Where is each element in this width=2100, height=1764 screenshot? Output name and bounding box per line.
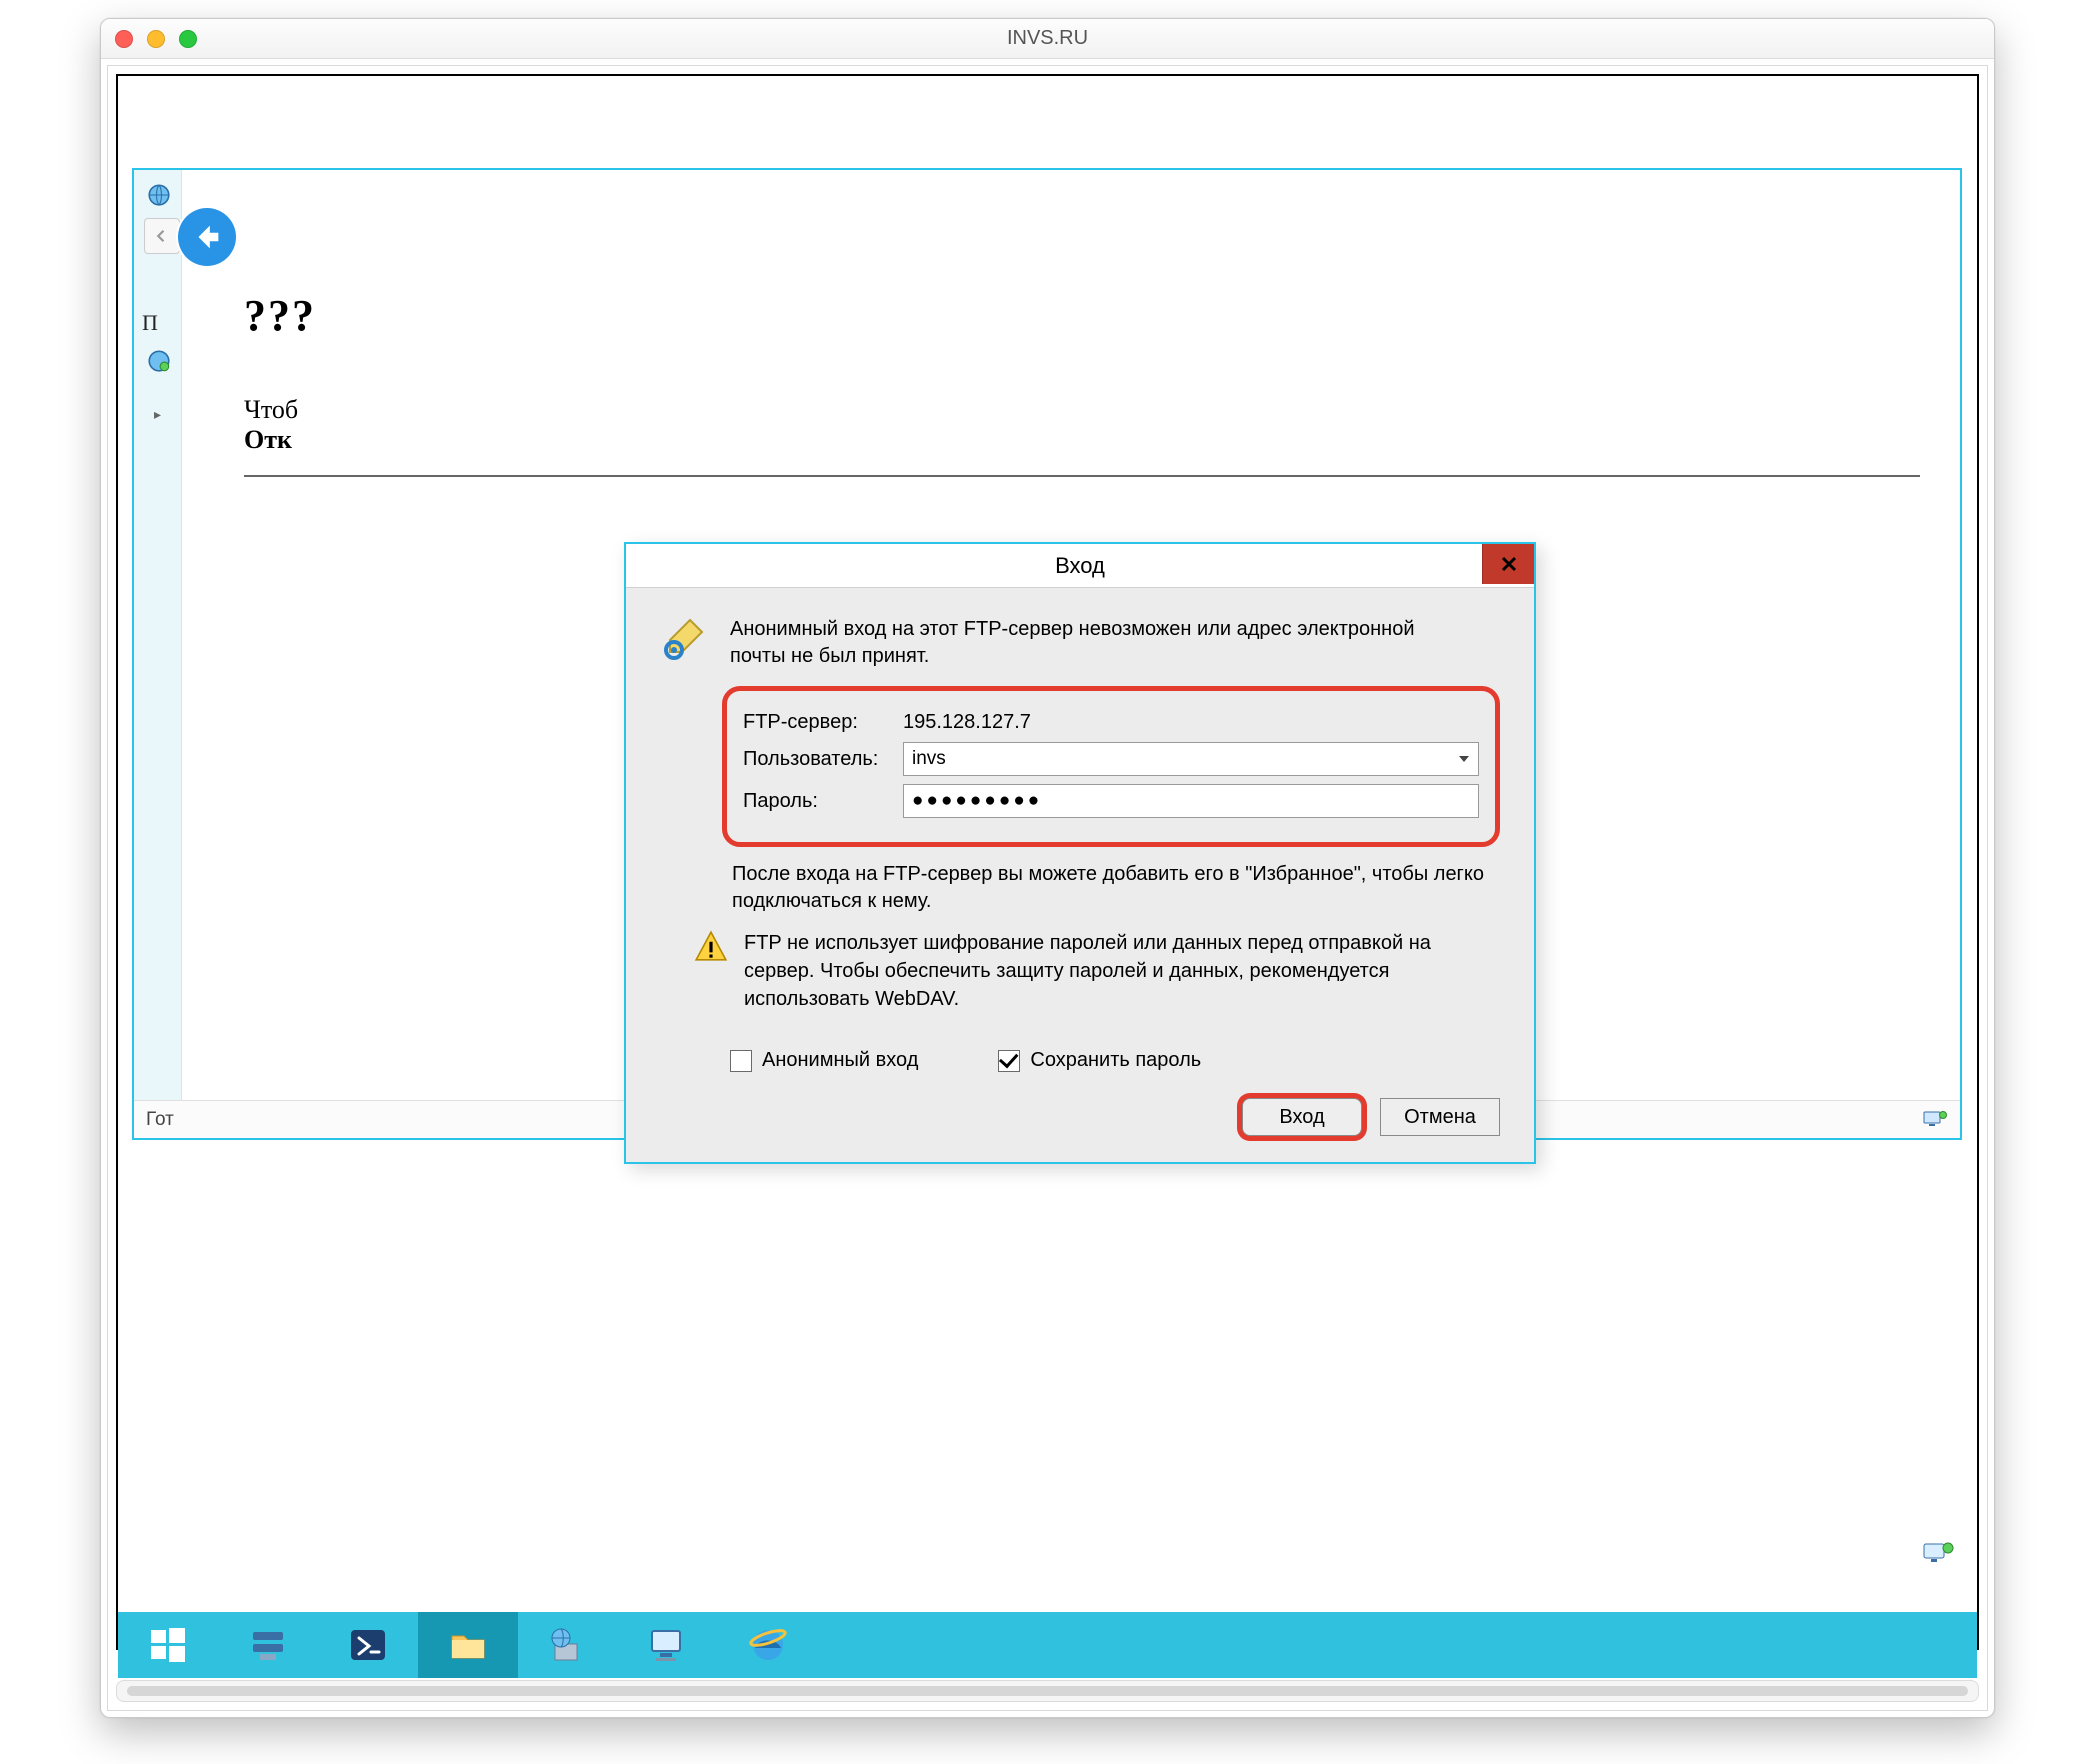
taskbar-system[interactable] [618, 1612, 718, 1678]
save-password-checkbox[interactable]: Сохранить пароль [998, 1049, 1201, 1072]
taskbar-internet-explorer[interactable] [718, 1612, 818, 1678]
user-label: Пользователь: [743, 748, 903, 771]
folder-icon [447, 1624, 489, 1666]
remote-frame: П ▸ ??? Чтоб Отк Гот [116, 74, 1979, 1650]
credentials-highlight: FTP-сервер: 195.128.127.7 Пользователь: … [722, 686, 1500, 847]
explorer-content: ??? Чтоб Отк [244, 290, 1920, 477]
password-row: Пароль: ●●●●●●●●● [743, 784, 1479, 818]
key-lock-icon [660, 616, 708, 664]
computer-icon [647, 1624, 689, 1666]
user-value: invs [912, 748, 946, 770]
checkbox-checked-icon [998, 1050, 1020, 1072]
content-divider [244, 475, 1920, 477]
content-line-2: Отк [244, 425, 1920, 455]
dialog-warning-text: FTP не использует шифрование паролей или… [744, 929, 1464, 1013]
ftp-login-dialog: Вход Анонимный в [624, 542, 1536, 1164]
powershell-icon [347, 1624, 389, 1666]
tree-expand-icon[interactable]: ▸ [154, 406, 170, 422]
password-input[interactable]: ●●●●●●●●● [903, 784, 1479, 818]
taskbar-file-explorer[interactable] [418, 1612, 518, 1678]
explorer-left-panel: П ▸ [134, 170, 182, 1138]
anonymous-checkbox[interactable]: Анонимный вход [730, 1049, 918, 1072]
mac-traffic-lights [115, 30, 197, 48]
server-row: FTP-сервер: 195.128.127.7 [743, 711, 1479, 734]
user-row: Пользователь: invs [743, 742, 1479, 776]
mac-minimize-icon[interactable] [147, 30, 165, 48]
mac-titlebar[interactable]: INVS.RU [101, 19, 1994, 59]
taskbar-server-manager[interactable] [218, 1612, 318, 1678]
toolbar-tab-partial: П [142, 310, 158, 336]
password-label: Пароль: [743, 790, 903, 813]
horizontal-scrollbar[interactable] [116, 1680, 1979, 1702]
internet-explorer-icon [747, 1624, 789, 1666]
status-right-icons [1922, 1109, 1948, 1131]
taskbar-start-button[interactable] [118, 1612, 218, 1678]
warning-icon [694, 929, 728, 963]
server-label: FTP-сервер: [743, 711, 903, 734]
checkbox-icon [730, 1050, 752, 1072]
server-globe-icon [547, 1624, 589, 1666]
close-icon [1500, 555, 1518, 573]
save-password-label: Сохранить пароль [1030, 1049, 1201, 1072]
server-value: 195.128.127.7 [903, 711, 1031, 734]
mac-window-title: INVS.RU [1007, 27, 1088, 50]
status-text: Гот [146, 1109, 174, 1131]
remote-desktop-area: П ▸ ??? Чтоб Отк Гот [107, 65, 1988, 1711]
content-heading: ??? [244, 290, 1920, 341]
user-combobox[interactable]: invs [903, 742, 1479, 776]
windows-start-icon [147, 1624, 189, 1666]
dialog-title: Вход [1055, 553, 1105, 579]
close-button[interactable] [1482, 544, 1534, 584]
content-line-1: Чтоб [244, 395, 1920, 425]
dialog-note-text: После входа на FTP-сервер вы можете доба… [732, 861, 1500, 915]
dialog-intro-text: Анонимный вход на этот FTP-сервер невозм… [730, 616, 1470, 670]
dialog-body: Анонимный вход на этот FTP-сервер невозм… [626, 588, 1534, 1162]
mac-close-icon[interactable] [115, 30, 133, 48]
login-button[interactable]: Вход [1242, 1098, 1362, 1136]
taskbar-powershell[interactable] [318, 1612, 418, 1678]
chevron-down-icon [1456, 751, 1472, 767]
nav-back-disabled-icon [144, 218, 180, 254]
dialog-titlebar[interactable]: Вход [626, 544, 1534, 588]
password-masked: ●●●●●●●●● [912, 790, 1042, 812]
anonymous-label: Анонимный вход [762, 1049, 918, 1072]
taskbar [118, 1612, 1977, 1678]
cancel-button[interactable]: Отмена [1380, 1098, 1500, 1136]
network-status-icon [1921, 1540, 1955, 1570]
computer-network-icon [1922, 1109, 1948, 1131]
mac-zoom-icon[interactable] [179, 30, 197, 48]
nav-back-button[interactable] [178, 208, 236, 266]
taskbar-iis-manager[interactable] [518, 1612, 618, 1678]
globe-ftp-icon [146, 182, 172, 208]
mac-window: INVS.RU П ▸ [100, 18, 1995, 1718]
server-manager-icon [247, 1624, 289, 1666]
globe-location-icon [146, 348, 172, 374]
